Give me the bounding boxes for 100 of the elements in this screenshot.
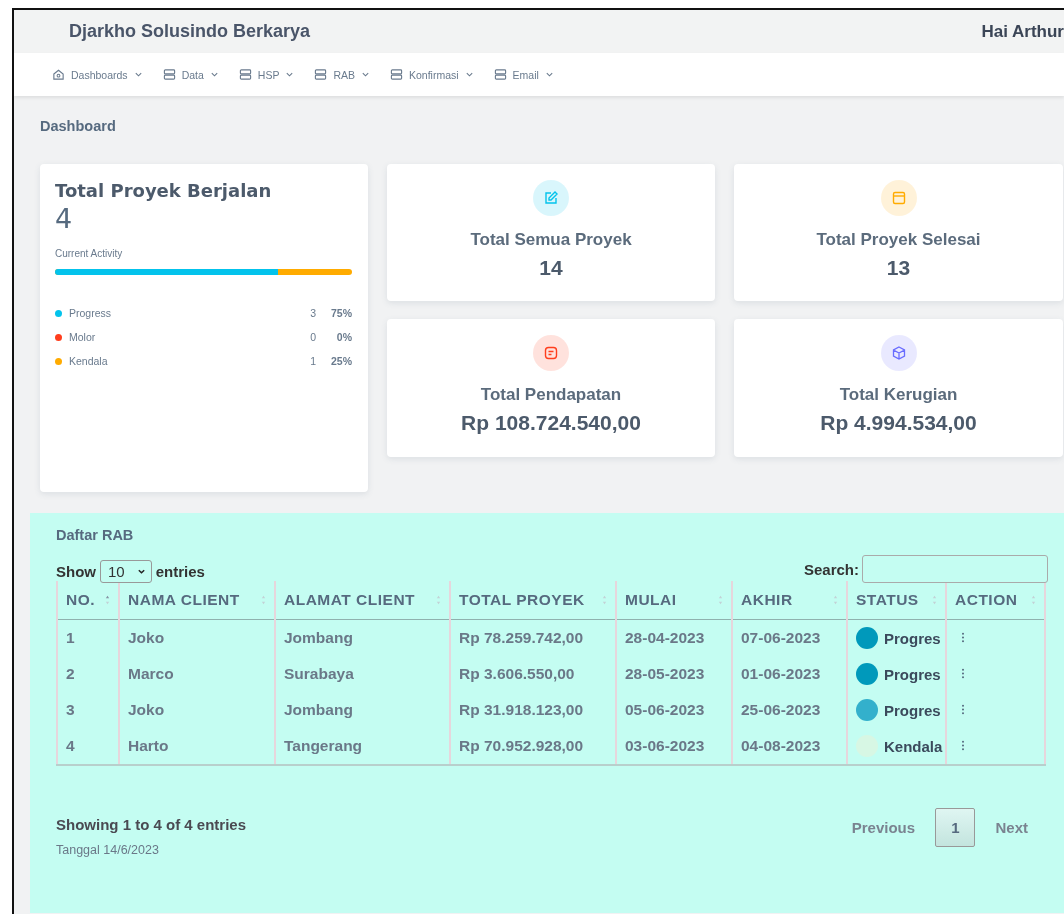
column-header[interactable]: ALAMAT CLIENT	[275, 581, 450, 620]
table-cell: Joko	[119, 619, 275, 656]
sort-icon	[1031, 595, 1036, 605]
legend-label: Kendala	[69, 355, 109, 367]
column-header[interactable]: NAMA CLIENT	[119, 581, 275, 620]
nav-menu-item[interactable]: Email	[493, 68, 554, 81]
table-cell: 25-06-2023	[732, 692, 847, 728]
sort-icon	[833, 595, 838, 605]
table-cell: 2	[57, 656, 119, 692]
more-options-icon[interactable]	[961, 740, 965, 751]
status-label: Progres	[884, 665, 941, 683]
previous-link[interactable]: Previous	[845, 813, 922, 842]
stat-title: Total Kerugian	[839, 385, 958, 405]
status-label: Kendala	[884, 737, 943, 755]
stat-value: Rp 108.724.540,00	[461, 411, 641, 435]
nav-menu-item[interactable]: Data	[162, 68, 219, 81]
server-icon	[314, 68, 328, 81]
legend-percent: 75%	[330, 307, 352, 319]
table-cell: 07-06-2023	[732, 619, 847, 656]
stat-value: 13	[886, 256, 911, 280]
card-title: Total Proyek Berjalan	[55, 180, 273, 201]
table-cell: Harto	[119, 728, 275, 765]
stat-title: Total Semua Proyek	[470, 230, 632, 250]
table-cell: 01-06-2023	[732, 656, 847, 692]
activity-label: Current Activity	[55, 248, 124, 259]
column-header[interactable]: ACTION	[946, 581, 1045, 620]
legend-count: 3	[310, 307, 316, 319]
page-button[interactable]: 1	[935, 808, 976, 847]
chevron-down-icon	[464, 70, 474, 79]
sort-icon	[436, 595, 441, 605]
table-cell: Rp 70.952.928,00	[450, 728, 616, 765]
sort-icon	[718, 595, 723, 605]
nav-menu-item[interactable]: Konfirmasi	[390, 68, 474, 81]
nav-menu-item[interactable]: HSP	[238, 68, 295, 81]
legend-count: 1	[310, 355, 316, 367]
legend-percent: 25%	[330, 355, 352, 367]
table-cell: Tangerang	[275, 728, 450, 765]
table-cell: Rp 78.259.742,00	[450, 619, 616, 656]
more-options-icon[interactable]	[961, 632, 965, 643]
chevron-down-icon	[136, 567, 146, 576]
nav-menu-item[interactable]: RAB	[314, 68, 370, 81]
table-cell: Marco	[119, 656, 275, 692]
stat-title: Total Proyek Selesai	[816, 230, 981, 250]
table-cell: 3	[57, 692, 119, 728]
entries-label: entries	[155, 563, 205, 580]
table-cell: Surabaya	[275, 656, 450, 692]
entries-info: Showing 1 to 4 of 4 entries	[56, 816, 247, 833]
more-options-icon[interactable]	[961, 704, 965, 715]
table-cell: Jombang	[275, 619, 450, 656]
status-label: Progres	[884, 701, 941, 719]
table-cell: 4	[57, 728, 119, 765]
server-icon	[238, 68, 252, 81]
page-title: Dashboard	[40, 118, 117, 134]
chevron-down-icon	[544, 70, 554, 79]
sort-icon	[602, 595, 607, 605]
card-value: 4	[55, 203, 74, 234]
home-icon	[52, 68, 65, 81]
page-size-select[interactable]: 10	[100, 560, 152, 583]
chevron-down-icon	[285, 70, 295, 79]
column-header[interactable]: NO.	[57, 581, 119, 620]
brand-title: Djarkho Solusindo Berkarya	[69, 21, 311, 42]
search-field[interactable]	[862, 555, 1048, 583]
column-header[interactable]: AKHIR	[732, 581, 847, 620]
table-cell: 28-04-2023	[616, 619, 732, 656]
more-options-icon[interactable]	[961, 668, 965, 679]
sort-icon	[105, 595, 110, 605]
show-label: Show	[56, 563, 96, 580]
legend-label: Progress	[69, 307, 112, 319]
sort-icon	[261, 595, 266, 605]
legend-label: Molor	[69, 331, 97, 343]
legend-percent: 0%	[335, 331, 352, 343]
table-cell: Rp 3.606.550,00	[450, 656, 616, 692]
table-cell: Rp 31.918.123,00	[450, 692, 616, 728]
stat-value: 14	[539, 256, 563, 280]
chevron-down-icon	[361, 70, 370, 79]
sort-icon	[932, 595, 937, 605]
table-cell: 04-08-2023	[732, 728, 847, 765]
chevron-down-icon	[133, 70, 143, 79]
column-header[interactable]: STATUS	[847, 581, 946, 620]
server-icon	[390, 68, 403, 81]
server-icon	[162, 68, 176, 81]
legend-count: 0	[310, 331, 316, 343]
table-cell: 28-05-2023	[616, 656, 732, 692]
table-cell: 03-06-2023	[616, 728, 732, 765]
nav-menu-item[interactable]: Dashboards	[52, 68, 143, 81]
stat-title: Total Pendapatan	[480, 385, 622, 405]
table-cell: Jombang	[275, 692, 450, 728]
column-header[interactable]: MULAI	[616, 581, 732, 620]
next-link[interactable]: Next	[989, 813, 1034, 842]
date-text: Tanggal 14/6/2023	[56, 843, 160, 857]
server-icon	[493, 68, 507, 81]
table-cell: 1	[57, 619, 119, 656]
table-cell: 05-06-2023	[616, 692, 732, 728]
column-header[interactable]: TOTAL PROYEK	[450, 581, 616, 620]
search-label: Search:	[803, 560, 859, 578]
table-cell: Joko	[119, 692, 275, 728]
chevron-down-icon	[209, 70, 219, 79]
stat-value: Rp 4.994.534,00	[820, 411, 977, 435]
status-label: Progres	[884, 629, 941, 647]
user-greeting: Hai Arthur	[981, 21, 1064, 42]
